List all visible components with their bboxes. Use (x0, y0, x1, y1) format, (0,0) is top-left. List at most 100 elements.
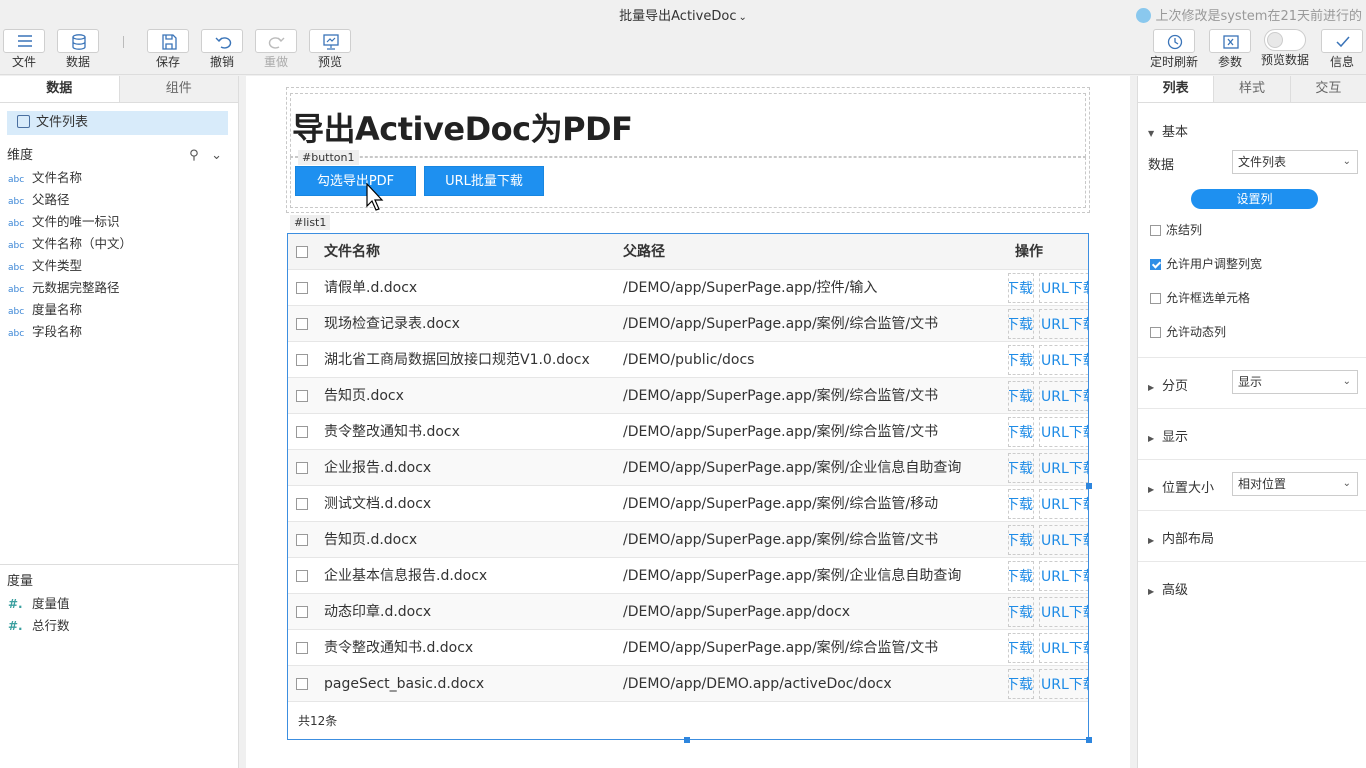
dimension-field[interactable]: abc 文件的唯一标识 (0, 211, 238, 233)
set-columns-button[interactable]: 设置列 (1191, 189, 1318, 209)
section-basic[interactable]: ▼ 基本 (1138, 121, 1366, 141)
row-checkbox[interactable] (296, 642, 308, 654)
row-checkbox[interactable] (296, 498, 308, 510)
dimension-field[interactable]: abc 元数据完整路径 (0, 277, 238, 299)
preview-data-toggle[interactable]: 预览数据 (1259, 29, 1311, 67)
download-link[interactable]: 下载 (1008, 525, 1034, 555)
download-link[interactable]: 下载 (1008, 273, 1034, 303)
checkbox[interactable] (1150, 259, 1161, 270)
preview-button[interactable]: 预览 (308, 29, 352, 69)
row-checkbox[interactable] (296, 282, 308, 294)
row-checkbox[interactable] (296, 318, 308, 330)
measure-field[interactable]: #. 度量值 (0, 593, 238, 615)
section-inner-layout[interactable]: ▶ 内部布局 (1138, 510, 1366, 561)
toggle-switch[interactable] (1264, 29, 1306, 51)
option-checkbox[interactable]: 允许动态列 (1150, 325, 1226, 339)
column-header-path[interactable]: 父路径 (623, 234, 665, 270)
url-download-link[interactable]: URL下载 (1039, 489, 1088, 519)
download-link[interactable]: 下载 (1008, 381, 1034, 411)
data-select[interactable]: 文件列表 ⌄ (1232, 150, 1358, 174)
row-checkbox[interactable] (296, 462, 308, 474)
resize-handle-bottom[interactable] (684, 737, 690, 743)
url-download-link[interactable]: URL下载 (1039, 453, 1088, 483)
data-button[interactable]: 数据 (56, 29, 100, 69)
download-link[interactable]: 下载 (1008, 489, 1034, 519)
table-row[interactable]: 告知页.docx/DEMO/app/SuperPage.app/案例/综合监管/… (288, 378, 1088, 414)
table-row[interactable]: 现场检查记录表.docx/DEMO/app/SuperPage.app/案例/综… (288, 306, 1088, 342)
row-checkbox[interactable] (296, 534, 308, 546)
url-download-link[interactable]: URL下载 (1039, 669, 1088, 699)
tab-components[interactable]: 组件 (119, 76, 238, 102)
table-row[interactable]: 责令整改通知书.d.docx/DEMO/app/SuperPage.app/案例… (288, 630, 1088, 666)
url-download-link[interactable]: URL下载 (1039, 345, 1088, 375)
save-button[interactable]: 保存 (146, 29, 190, 69)
url-download-link[interactable]: URL下载 (1039, 417, 1088, 447)
tab-interaction[interactable]: 交互 (1289, 76, 1366, 102)
download-link[interactable]: 下载 (1008, 669, 1034, 699)
dimension-field[interactable]: abc 字段名称 (0, 321, 238, 343)
download-link[interactable]: 下载 (1008, 417, 1034, 447)
url-download-link[interactable]: URL下载 (1039, 381, 1088, 411)
paging-select[interactable]: 显示 ⌄ (1232, 370, 1358, 394)
measure-field[interactable]: #. 总行数 (0, 615, 238, 637)
select-all-checkbox[interactable] (296, 246, 308, 258)
undo-button[interactable]: 撤销 (200, 29, 244, 69)
row-checkbox[interactable] (296, 426, 308, 438)
url-download-link[interactable]: URL下载 (1039, 309, 1088, 339)
info-button[interactable]: 信息 (1320, 29, 1364, 69)
url-download-link[interactable]: URL下载 (1039, 561, 1088, 591)
file-button[interactable]: 文件 (2, 29, 46, 69)
download-link[interactable]: 下载 (1008, 345, 1034, 375)
download-link[interactable]: 下载 (1008, 309, 1034, 339)
position-select[interactable]: 相对位置 ⌄ (1232, 472, 1358, 496)
row-checkbox[interactable] (296, 678, 308, 690)
checkbox[interactable] (1150, 225, 1161, 236)
redo-button[interactable]: 重做 (254, 29, 298, 69)
table-row[interactable]: 企业基本信息报告.d.docx/DEMO/app/SuperPage.app/案… (288, 558, 1088, 594)
table-row[interactable]: 请假单.d.docx/DEMO/app/SuperPage.app/控件/输入 下… (288, 270, 1088, 306)
search-icon[interactable]: ⚲ (189, 148, 199, 163)
url-download-link[interactable]: URL下载 (1039, 273, 1088, 303)
dimension-field[interactable]: abc 文件名称 (0, 167, 238, 189)
file-list-table[interactable]: 文件名称 父路径 操作 请假单.d.docx/DEMO/app/SuperPag… (287, 233, 1089, 740)
download-link[interactable]: 下载 (1008, 597, 1034, 627)
url-download-link[interactable]: URL下载 (1039, 633, 1088, 663)
column-header-action[interactable]: 操作 (1015, 234, 1043, 270)
row-checkbox[interactable] (296, 606, 308, 618)
dimension-field[interactable]: abc 文件名称（中文） (0, 233, 238, 255)
table-row[interactable]: 测试文档.d.docx/DEMO/app/SuperPage.app/案例/综合… (288, 486, 1088, 522)
resize-handle-corner[interactable] (1086, 737, 1092, 743)
table-row[interactable]: 企业报告.d.docx/DEMO/app/SuperPage.app/案例/企业… (288, 450, 1088, 486)
option-checkbox[interactable]: 冻结列 (1150, 223, 1202, 237)
dimension-field[interactable]: abc 文件类型 (0, 255, 238, 277)
dimension-field[interactable]: abc 父路径 (0, 189, 238, 211)
scheduled-refresh-button[interactable]: 定时刷新 (1150, 29, 1198, 69)
dataset-item[interactable]: 文件列表 (7, 111, 228, 135)
resize-handle-right[interactable] (1086, 483, 1092, 489)
column-header-name[interactable]: 文件名称 (324, 234, 380, 270)
row-checkbox[interactable] (296, 570, 308, 582)
parameters-button[interactable]: 参数 (1208, 29, 1252, 69)
export-pdf-button[interactable]: 勾选导出PDF (295, 166, 416, 196)
tab-style[interactable]: 样式 (1213, 76, 1290, 102)
url-download-link[interactable]: URL下载 (1039, 597, 1088, 627)
table-row[interactable]: 责令整改通知书.docx/DEMO/app/SuperPage.app/案例/综… (288, 414, 1088, 450)
table-row[interactable]: 湖北省工商局数据回放接口规范V1.0.docx/DEMO/public/docs… (288, 342, 1088, 378)
url-download-link[interactable]: URL下载 (1039, 525, 1088, 555)
section-display[interactable]: ▶ 显示 (1138, 408, 1366, 459)
download-link[interactable]: 下载 (1008, 633, 1034, 663)
table-row[interactable]: 动态印章.d.docx/DEMO/app/SuperPage.app/docx 下… (288, 594, 1088, 630)
download-link[interactable]: 下载 (1008, 453, 1034, 483)
checkbox[interactable] (1150, 327, 1161, 338)
table-row[interactable]: 告知页.d.docx/DEMO/app/SuperPage.app/案例/综合监… (288, 522, 1088, 558)
section-advanced[interactable]: ▶ 高级 (1138, 561, 1366, 612)
row-checkbox[interactable] (296, 390, 308, 402)
table-row[interactable]: pageSect_basic.d.docx/DEMO/app/DEMO.app/… (288, 666, 1088, 702)
option-checkbox[interactable]: 允许框选单元格 (1150, 291, 1250, 305)
checkbox[interactable] (1150, 293, 1161, 304)
row-checkbox[interactable] (296, 354, 308, 366)
tab-list[interactable]: 列表 (1138, 76, 1214, 102)
tab-data[interactable]: 数据 (0, 76, 120, 102)
download-link[interactable]: 下载 (1008, 561, 1034, 591)
dimension-field[interactable]: abc 度量名称 (0, 299, 238, 321)
